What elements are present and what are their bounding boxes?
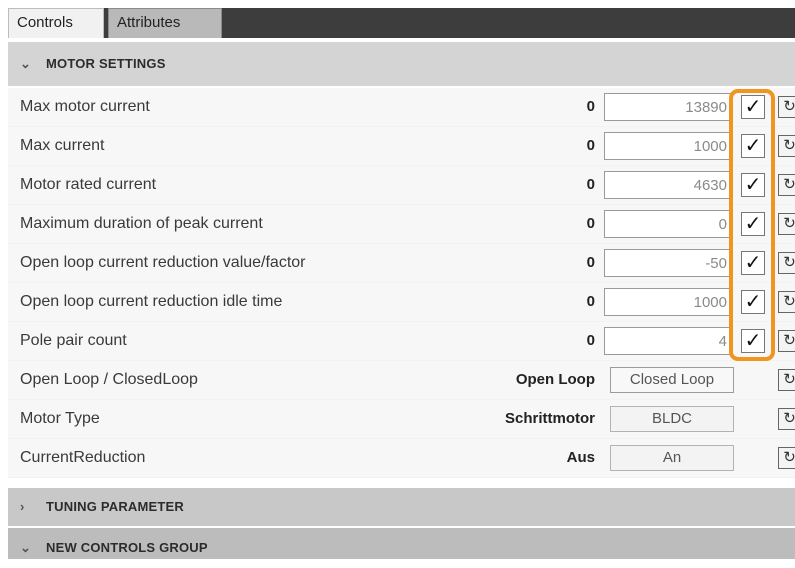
refresh-icon[interactable]: ↻ <box>778 447 795 469</box>
setting-row: Maximum duration of peak current 0 ✓ ↻ <box>8 205 795 244</box>
setting-label: Maximum duration of peak current <box>20 215 263 232</box>
motor-settings-rows: Max motor current 0 ✓ ↻ Max current 0 ✓ … <box>8 88 795 478</box>
current-value: 0 <box>586 176 595 193</box>
check-icon: ✓ <box>744 174 762 196</box>
apply-checkbox[interactable]: ✓ <box>741 290 765 314</box>
current-value: 0 <box>586 332 595 349</box>
current-value: Schrittmotor <box>505 410 595 427</box>
tab-controls[interactable]: Controls <box>8 8 104 38</box>
setting-label: Open Loop / ClosedLoop <box>20 371 198 388</box>
setting-row: Open loop current reduction idle time 0 … <box>8 283 795 322</box>
refresh-icon[interactable]: ↻ <box>778 174 795 196</box>
check-icon: ✓ <box>744 96 762 118</box>
refresh-icon[interactable]: ↻ <box>778 252 795 274</box>
chevron-down-icon: ⌄ <box>20 56 32 71</box>
setting-label: Open loop current reduction idle time <box>20 293 283 310</box>
value-input[interactable] <box>604 210 732 238</box>
setting-row: Open Loop / ClosedLoop Open Loop Closed … <box>8 361 795 400</box>
apply-checkbox[interactable]: ✓ <box>741 95 765 119</box>
setting-row: Open loop current reduction value/factor… <box>8 244 795 283</box>
chevron-down-icon: ⌄ <box>20 540 32 555</box>
current-value: 0 <box>586 293 595 310</box>
check-icon: ✓ <box>744 135 762 157</box>
setting-label: Max current <box>20 137 105 154</box>
value-input[interactable] <box>604 249 732 277</box>
setting-label: Motor Type <box>20 410 100 427</box>
apply-checkbox[interactable]: ✓ <box>741 173 765 197</box>
setting-label: Max motor current <box>20 98 150 115</box>
value-input[interactable] <box>604 93 732 121</box>
setting-row: Motor rated current 0 ✓ ↻ <box>8 166 795 205</box>
check-icon: ✓ <box>744 291 762 313</box>
refresh-icon[interactable]: ↻ <box>778 369 795 391</box>
setting-row: Pole pair count 0 ✓ ↻ <box>8 322 795 361</box>
option-button[interactable]: BLDC <box>610 406 734 432</box>
group-title: TUNING PARAMETER <box>46 499 185 514</box>
current-value: 0 <box>586 254 595 271</box>
setting-label: Motor rated current <box>20 176 157 193</box>
tab-attributes[interactable]: Attributes <box>108 8 222 38</box>
group-header-new-controls-group[interactable]: ⌄ NEW CONTROLS GROUP <box>8 528 795 559</box>
setting-label: CurrentReduction <box>20 449 146 466</box>
refresh-icon[interactable]: ↻ <box>778 291 795 313</box>
refresh-icon[interactable]: ↻ <box>778 213 795 235</box>
current-value: Aus <box>566 449 595 466</box>
option-button[interactable]: Closed Loop <box>610 367 734 393</box>
current-value: 0 <box>586 215 595 232</box>
refresh-icon[interactable]: ↻ <box>778 135 795 157</box>
check-icon: ✓ <box>744 252 762 274</box>
setting-row: CurrentReduction Aus An ↻ <box>8 439 795 478</box>
value-input[interactable] <box>604 171 732 199</box>
group-title: MOTOR SETTINGS <box>46 56 166 71</box>
setting-row: Motor Type Schrittmotor BLDC ↻ <box>8 400 795 439</box>
apply-checkbox[interactable]: ✓ <box>741 134 765 158</box>
tab-bar: Controls Attributes <box>8 8 795 38</box>
current-value: 0 <box>586 98 595 115</box>
check-icon: ✓ <box>744 213 762 235</box>
check-icon: ✓ <box>744 330 762 352</box>
setting-label: Pole pair count <box>20 332 127 349</box>
setting-label: Open loop current reduction value/factor <box>20 254 306 271</box>
current-value: 0 <box>586 137 595 154</box>
apply-checkbox[interactable]: ✓ <box>741 212 765 236</box>
value-input[interactable] <box>604 327 732 355</box>
setting-row: Max motor current 0 ✓ ↻ <box>8 88 795 127</box>
apply-checkbox[interactable]: ✓ <box>741 251 765 275</box>
current-value: Open Loop <box>515 371 595 388</box>
value-input[interactable] <box>604 132 732 160</box>
setting-row: Max current 0 ✓ ↻ <box>8 127 795 166</box>
group-title: NEW CONTROLS GROUP <box>46 540 208 555</box>
group-header-tuning-parameter[interactable]: › TUNING PARAMETER <box>8 488 795 526</box>
value-input[interactable] <box>604 288 732 316</box>
refresh-icon[interactable]: ↻ <box>778 408 795 430</box>
group-header-motor-settings[interactable]: ⌄ MOTOR SETTINGS <box>8 42 795 86</box>
chevron-right-icon: › <box>20 499 25 514</box>
refresh-icon[interactable]: ↻ <box>778 330 795 352</box>
refresh-icon[interactable]: ↻ <box>778 96 795 118</box>
apply-checkbox[interactable]: ✓ <box>741 329 765 353</box>
option-button[interactable]: An <box>610 445 734 471</box>
